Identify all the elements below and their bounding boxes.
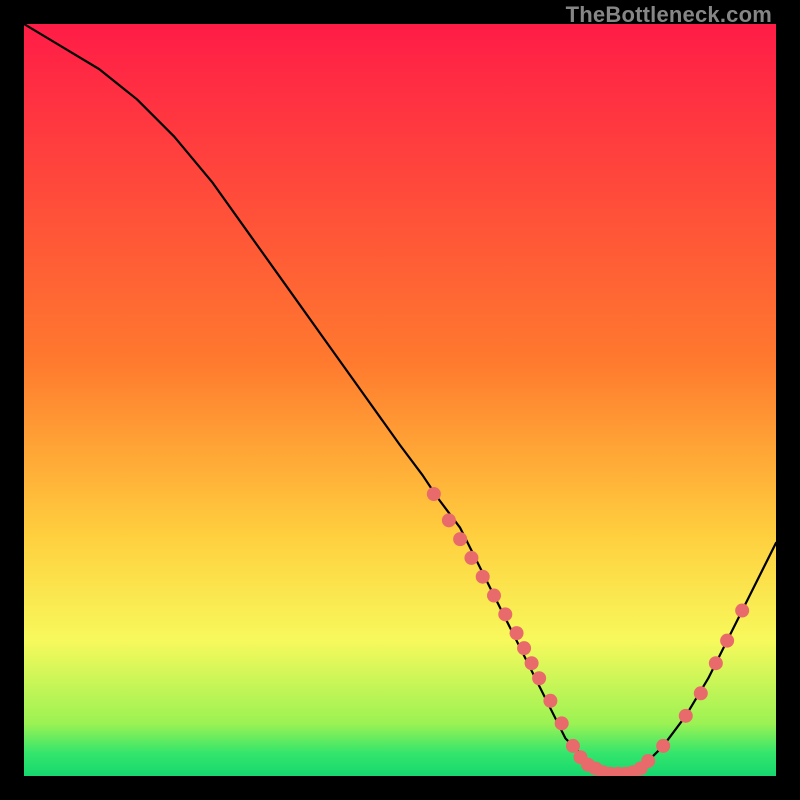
data-marker [453, 532, 467, 546]
data-marker [641, 754, 655, 768]
chart-stage: TheBottleneck.com [0, 0, 800, 800]
data-marker [735, 604, 749, 618]
plot-area [24, 24, 776, 776]
data-marker [543, 694, 557, 708]
data-marker [498, 607, 512, 621]
data-marker [694, 686, 708, 700]
data-marker [464, 551, 478, 565]
data-marker [510, 626, 524, 640]
data-marker [679, 709, 693, 723]
data-marker [525, 656, 539, 670]
data-marker [532, 671, 546, 685]
data-marker [709, 656, 723, 670]
data-marker [517, 641, 531, 655]
chart-svg [24, 24, 776, 776]
data-marker [442, 513, 456, 527]
data-marker [427, 487, 441, 501]
data-marker [720, 634, 734, 648]
data-marker [476, 570, 490, 584]
data-marker [555, 716, 569, 730]
data-marker [656, 739, 670, 753]
data-marker [487, 589, 501, 603]
